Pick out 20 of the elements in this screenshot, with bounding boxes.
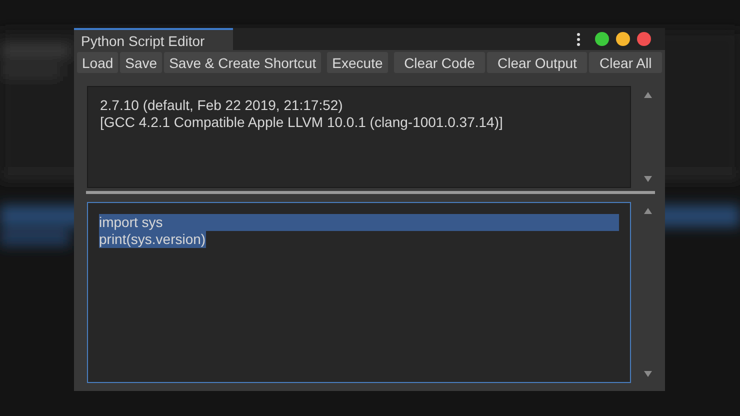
toolbar-button[interactable]: Clear Output xyxy=(487,52,588,73)
splitter-handle[interactable] xyxy=(86,191,655,194)
output-line: 2.7.10 (default, Feb 22 2019, 21:17:52) xyxy=(100,97,344,114)
scroll-down-icon[interactable] xyxy=(644,371,652,377)
toolbar-button[interactable]: Clear Code xyxy=(394,52,486,73)
scroll-down-icon[interactable] xyxy=(644,176,652,182)
more-menu-icon[interactable] xyxy=(577,32,580,46)
toolbar-button[interactable]: Load xyxy=(77,52,118,73)
window-control-button[interactable] xyxy=(616,32,630,46)
output-line: [GCC 4.2.1 Compatible Apple LLVM 10.0.1 (clang-1001.0.37.14)] xyxy=(100,114,504,131)
toolbar-button[interactable]: Save xyxy=(120,52,162,73)
toolbar-button[interactable]: Clear All xyxy=(589,52,662,73)
scroll-up-icon[interactable] xyxy=(644,92,652,98)
code-editor[interactable]: import sys print(sys.version) xyxy=(87,202,631,383)
window-tab[interactable]: Python Script Editor xyxy=(74,28,233,50)
toolbar-button[interactable]: Execute xyxy=(327,52,388,73)
scroll-up-icon[interactable] xyxy=(644,208,652,214)
window-control-button[interactable] xyxy=(637,32,651,46)
window-control-button[interactable] xyxy=(595,32,609,46)
toolbar-button[interactable]: Save & Create Shortcut xyxy=(164,52,322,73)
